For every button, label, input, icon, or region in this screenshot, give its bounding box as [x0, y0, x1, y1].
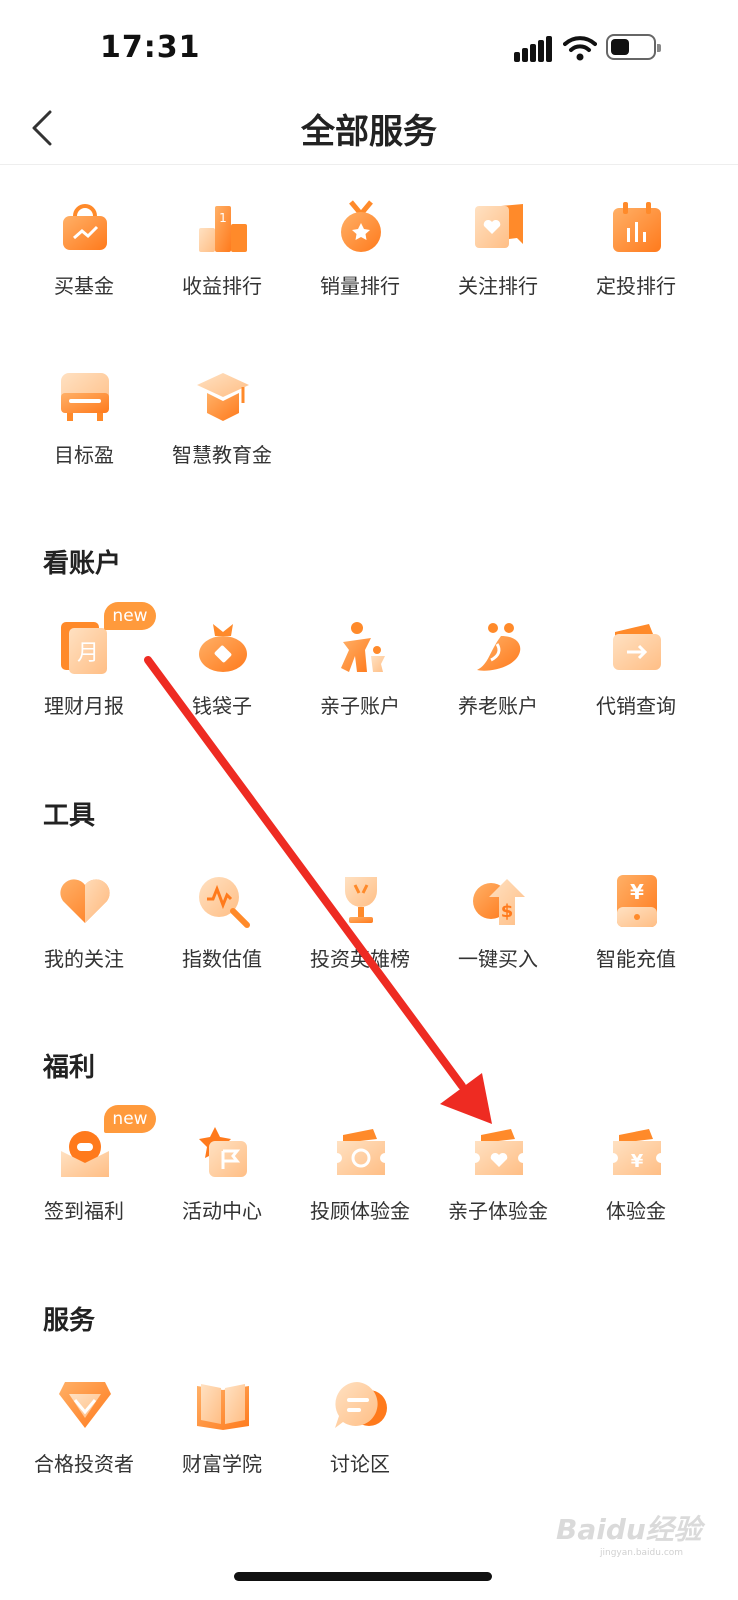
service-label: 关注排行 — [458, 274, 538, 298]
money-bag-icon — [199, 624, 247, 672]
star-flag-icon — [199, 1127, 247, 1177]
service-label: 亲子体验金 — [448, 1199, 548, 1223]
battery-icon — [606, 34, 661, 60]
service-checkin-bonus[interactable]: 签到福利 — [15, 1125, 153, 1255]
wifi-icon — [563, 36, 597, 61]
heart-icon — [60, 879, 110, 923]
status-time: 17:31 — [100, 30, 201, 65]
diamond-check-icon — [59, 1382, 111, 1428]
service-advisor-trial-fund[interactable]: 投顾体验金 — [291, 1125, 429, 1255]
cellular-signal-icon — [514, 36, 552, 62]
wallet-arrow-icon — [613, 624, 661, 670]
parent-child-icon — [341, 622, 385, 672]
service-label: 签到福利 — [44, 1199, 124, 1223]
service-investment-heroes[interactable]: 投资英雄榜 — [291, 873, 429, 1003]
service-label: 目标盈 — [54, 443, 114, 467]
section-title-tools: 工具 — [43, 801, 96, 831]
service-discussion-area[interactable]: 讨论区 — [291, 1378, 429, 1508]
section-title-services: 服务 — [43, 1306, 96, 1336]
service-label: 智能充值 — [596, 947, 676, 971]
service-label: 买基金 — [54, 274, 114, 298]
home-indicator[interactable] — [234, 1572, 492, 1581]
elderly-icon — [477, 623, 521, 671]
service-monthly-report[interactable]: 月 理财月报 — [15, 620, 153, 750]
service-label: 钱袋子 — [192, 694, 252, 718]
calendar-chart-icon — [613, 202, 661, 252]
service-index-valuation[interactable]: 指数估值 — [153, 873, 291, 1003]
service-follow-ranking[interactable]: 关注排行 — [429, 200, 567, 330]
page-title: 全部服务 — [301, 112, 437, 152]
service-smart-topup[interactable]: ¥ 智能充值 — [567, 873, 705, 1003]
envelope-coin-icon — [61, 1131, 109, 1177]
dollar-arrow-icon: $ — [473, 879, 525, 925]
ticket-camera-icon — [337, 1129, 385, 1175]
status-bar: 17:31 — [0, 0, 738, 90]
magnifier-pulse-icon — [199, 877, 250, 928]
yuan-card-icon: ¥ — [617, 875, 657, 927]
service-parent-child-account[interactable]: 亲子账户 — [291, 620, 429, 750]
service-label: 财富学院 — [182, 1452, 262, 1476]
watermark-url: jingyan.baidu.com — [600, 1548, 684, 1558]
service-label: 讨论区 — [330, 1452, 390, 1476]
service-sales-ranking[interactable]: 销量排行 — [291, 200, 429, 330]
svg-text:月: 月 — [77, 641, 99, 666]
service-money-bag[interactable]: 钱袋子 — [153, 620, 291, 750]
chat-bubble-icon — [335, 1382, 387, 1428]
service-label: 合格投资者 — [34, 1452, 134, 1476]
svg-text:$: $ — [501, 901, 514, 922]
trophy-icon — [345, 877, 377, 923]
service-label: 体验金 — [606, 1199, 666, 1223]
service-qualified-investor[interactable]: 合格投资者 — [15, 1378, 153, 1508]
shopping-bag-trend-icon — [63, 204, 107, 250]
service-one-click-buy[interactable]: $ 一键买入 — [429, 873, 567, 1003]
watermark: Baidu经验 — [556, 1513, 702, 1546]
service-buy-fund[interactable]: 买基金 — [15, 200, 153, 330]
service-label: 智慧教育金 — [172, 443, 272, 467]
svg-text:¥: ¥ — [630, 880, 644, 904]
section-title-account: 看账户 — [43, 549, 122, 579]
service-trial-fund[interactable]: ¥ 体验金 — [567, 1125, 705, 1255]
service-label: 收益排行 — [182, 274, 262, 298]
service-label: 理财月报 — [44, 694, 124, 718]
medal-icon — [341, 200, 381, 252]
graduation-cap-icon — [197, 373, 249, 421]
service-label: 投顾体验金 — [310, 1199, 410, 1223]
open-book-icon — [197, 1384, 249, 1430]
service-pension-account[interactable]: 养老账户 — [429, 620, 567, 750]
service-label: 我的关注 — [44, 947, 124, 971]
heart-flag-icon — [475, 204, 523, 248]
service-label: 投资英雄榜 — [310, 947, 410, 971]
service-label: 一键买入 — [458, 947, 538, 971]
svg-text:¥: ¥ — [631, 1151, 644, 1172]
ticket-yuan-icon: ¥ — [613, 1129, 661, 1175]
service-education-fund[interactable]: 智慧教育金 — [153, 369, 291, 499]
section-title-benefits: 福利 — [43, 1053, 96, 1083]
service-parent-child-trial-fund[interactable]: 亲子体验金 — [429, 1125, 567, 1255]
service-label: 代销查询 — [596, 694, 676, 718]
service-label: 销量排行 — [320, 274, 400, 298]
podium-icon: 1 — [199, 206, 247, 252]
service-label: 活动中心 — [182, 1199, 262, 1223]
new-badge: new — [104, 1105, 156, 1133]
service-wealth-academy[interactable]: 财富学院 — [153, 1378, 291, 1508]
service-label: 亲子账户 — [320, 694, 400, 718]
service-label: 指数估值 — [182, 947, 262, 971]
svg-text:1: 1 — [219, 211, 227, 225]
service-agency-query[interactable]: 代销查询 — [567, 620, 705, 750]
service-label: 养老账户 — [458, 694, 538, 718]
service-sip-ranking[interactable]: 定投排行 — [567, 200, 705, 330]
service-target-profit[interactable]: 目标盈 — [15, 369, 153, 499]
new-badge: new — [104, 602, 156, 630]
ticket-heart-icon — [475, 1129, 523, 1175]
service-label: 定投排行 — [596, 274, 676, 298]
service-earnings-ranking[interactable]: 1 收益排行 — [153, 200, 291, 330]
navigation-bar: 全部服务 — [0, 90, 738, 165]
target-train-icon — [61, 373, 109, 421]
service-activity-center[interactable]: 活动中心 — [153, 1125, 291, 1255]
service-my-favorites[interactable]: 我的关注 — [15, 873, 153, 1003]
